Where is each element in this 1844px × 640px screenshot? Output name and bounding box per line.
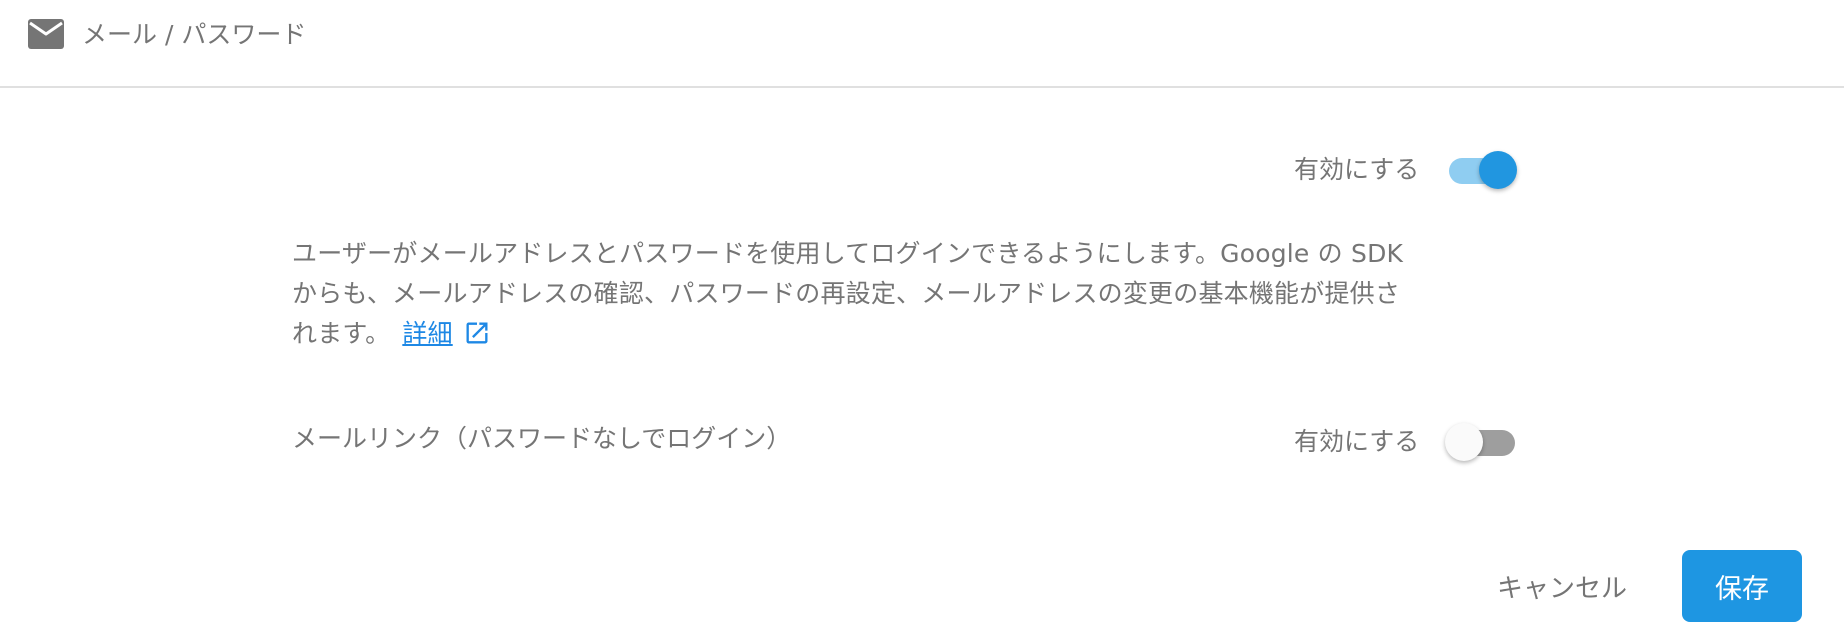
description-line-3: れます。 詳細 (292, 314, 1532, 354)
provider-header: メール / パスワード (0, 0, 1844, 88)
enable-email-password-switch[interactable] (1445, 150, 1518, 190)
description-line-2: からも、メールアドレスの確認、パスワードの再設定、メールアドレスの変更の基本機能… (292, 279, 1401, 308)
details-link[interactable]: 詳細 (402, 319, 452, 348)
switch-thumb (1479, 151, 1518, 189)
mail-icon (28, 19, 64, 49)
cancel-button[interactable]: キャンセル (1472, 556, 1652, 616)
enable-email-password-row: 有効にする (1294, 150, 1518, 190)
enable-email-link-switch[interactable] (1445, 422, 1517, 462)
enable-email-link-label: 有効にする (1294, 427, 1420, 456)
description-line-1: ユーザーがメールアドレスとパスワードを使用してログインできるようにします。Goo… (292, 239, 1404, 268)
switch-thumb (1445, 423, 1484, 461)
provider-description: ユーザーがメールアドレスとパスワードを使用してログインできるようにします。Goo… (292, 234, 1532, 354)
enable-email-password-label: 有効にする (1294, 155, 1420, 184)
email-link-label: メールリンク（パスワードなしでログイン） (292, 424, 792, 453)
enable-email-link-row: 有効にする (1294, 422, 1517, 462)
description-line-3-text: れます。 (292, 319, 391, 348)
save-button[interactable]: 保存 (1682, 550, 1802, 622)
open-in-new-icon[interactable] (463, 319, 491, 347)
details-link-label: 詳細 (402, 319, 453, 348)
header-title: メール / パスワード (82, 20, 307, 49)
